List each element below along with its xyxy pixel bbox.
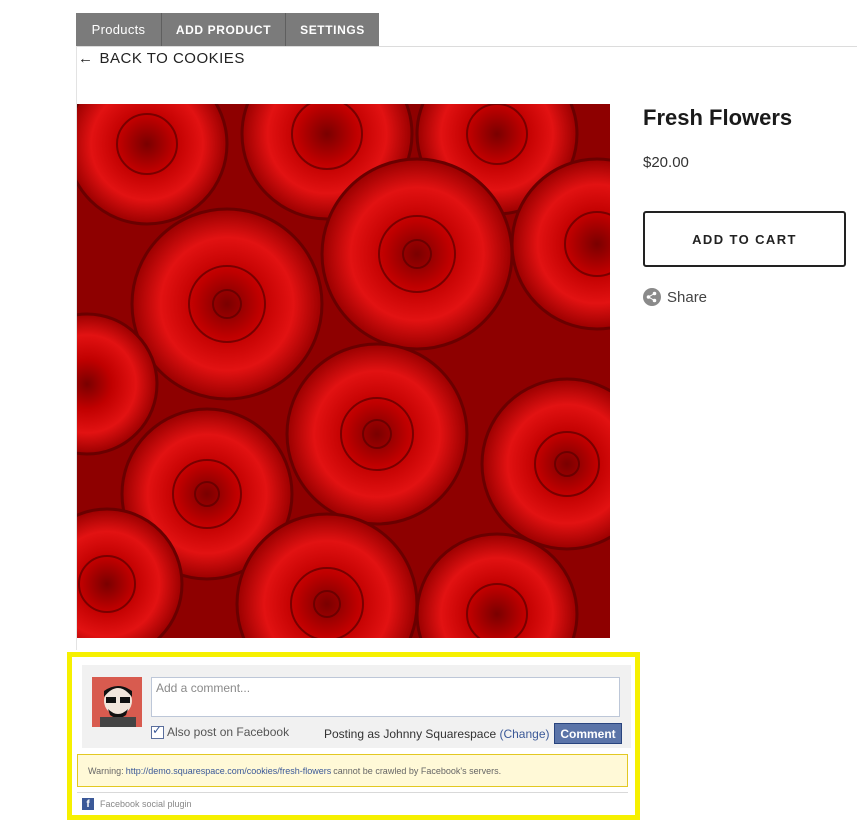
tab-settings[interactable]: SETTINGS	[286, 13, 379, 46]
change-account-link[interactable]: (Change)	[499, 727, 549, 741]
facebook-comments-widget: Add a comment... Also post on Facebook P…	[67, 652, 640, 820]
roses-image	[77, 104, 610, 638]
back-to-cookies-link[interactable]: ← BACK TO COOKIES	[78, 50, 245, 67]
comment-button[interactable]: Comment	[554, 723, 622, 744]
header-divider	[76, 46, 857, 47]
admin-tabs: Products ADD PRODUCT SETTINGS	[76, 13, 379, 46]
share-button[interactable]: Share	[643, 288, 707, 306]
crawl-warning: Warning: http://demo.squarespace.com/coo…	[77, 754, 628, 787]
plugin-label[interactable]: Facebook social plugin	[100, 799, 192, 809]
share-label: Share	[667, 288, 708, 306]
product-price: $20.00	[643, 154, 689, 171]
back-link-label: BACK TO COOKIES	[99, 50, 245, 67]
back-arrow-icon: ←	[78, 50, 94, 67]
facebook-logo-icon: f	[82, 798, 94, 810]
also-post-checkbox[interactable]	[151, 723, 164, 739]
warning-url-link[interactable]: http://demo.squarespace.com/cookies/fres…	[126, 766, 332, 776]
tab-products[interactable]: Products	[76, 13, 162, 46]
posting-as-text: Posting as Johnny Squarespace (Change)	[324, 727, 550, 741]
posting-as-label: Posting as Johnny Squarespace	[324, 727, 497, 741]
comment-compose-area: Add a comment... Also post on Facebook P…	[82, 665, 631, 748]
also-post-option[interactable]: Also post on Facebook	[151, 723, 290, 739]
share-icon	[643, 288, 661, 306]
also-post-label: Also post on Facebook	[167, 725, 290, 739]
warning-prefix: Warning:	[88, 765, 124, 776]
warning-suffix: cannot be crawled by Facebook's servers.	[333, 765, 502, 776]
widget-divider	[77, 792, 628, 793]
add-to-cart-button[interactable]: ADD TO CART	[643, 211, 846, 267]
product-title: Fresh Flowers	[643, 105, 793, 130]
avatar	[92, 677, 142, 727]
tab-add-product[interactable]: ADD PRODUCT	[162, 13, 286, 46]
facebook-plugin-footer: f Facebook social plugin	[82, 798, 192, 810]
comment-input[interactable]: Add a comment...	[151, 677, 620, 717]
product-image[interactable]	[77, 104, 610, 638]
